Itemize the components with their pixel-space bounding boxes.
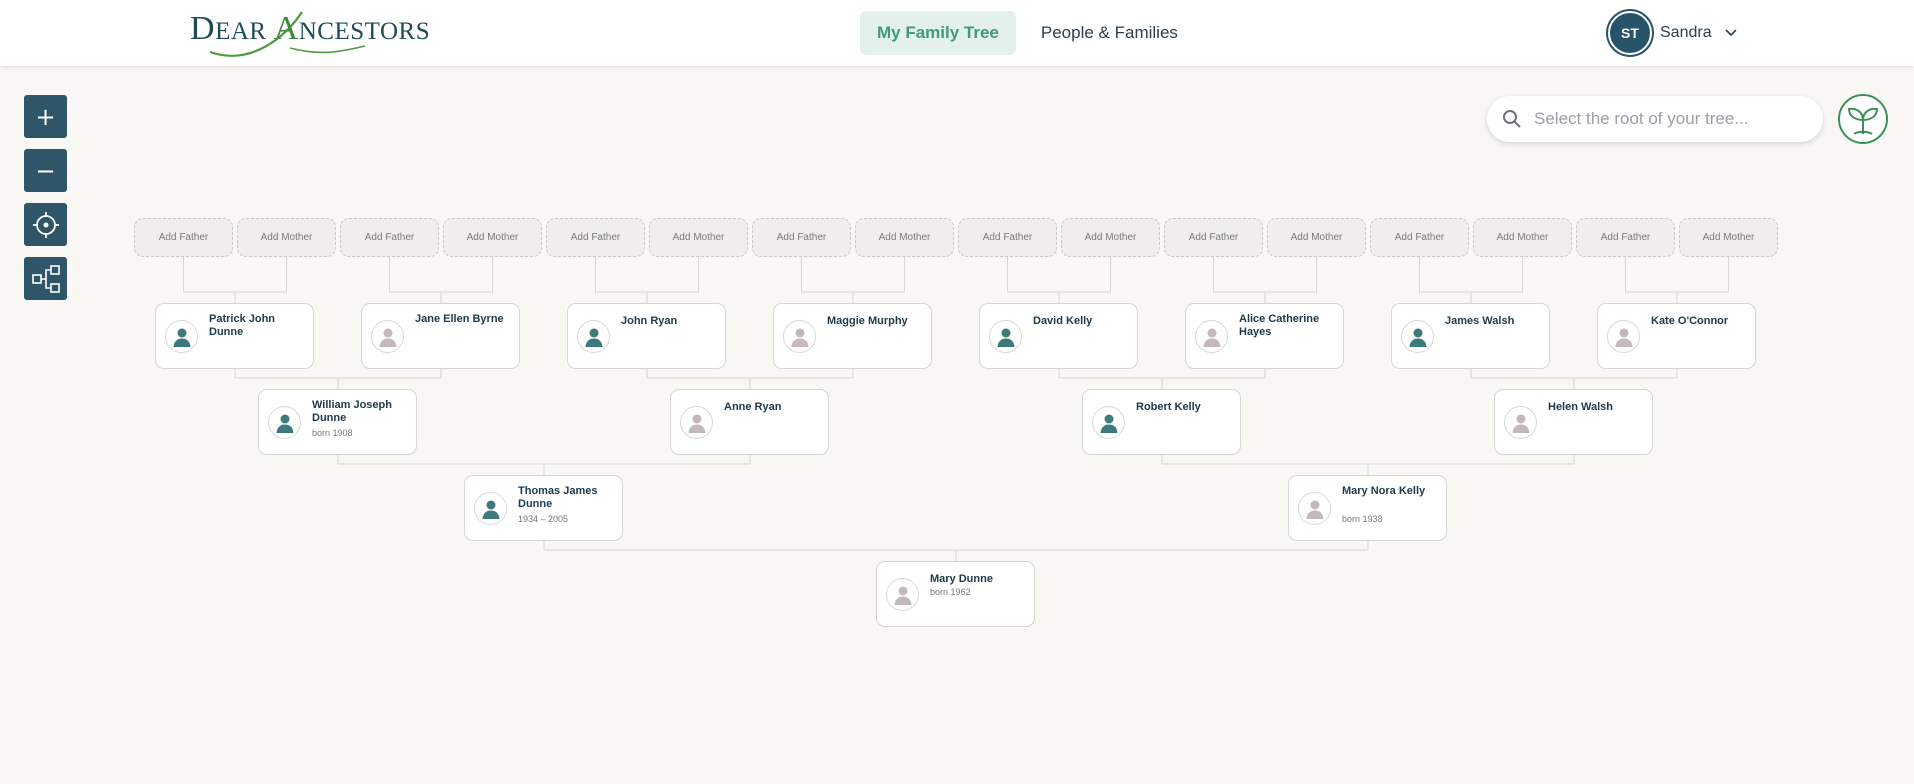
- person-card-anne-ryan[interactable]: Anne Ryan: [670, 389, 829, 455]
- person-dates: born 1938: [1342, 514, 1383, 524]
- female-avatar-icon: [783, 320, 816, 353]
- person-card-maggie-murphy[interactable]: Maggie Murphy: [773, 303, 932, 369]
- female-avatar-icon: [371, 320, 404, 353]
- person-card-alice-catherine-hayes[interactable]: Alice Catherine Hayes: [1185, 303, 1344, 369]
- person-dates: born 1962: [930, 587, 971, 597]
- add-mother-button[interactable]: Add Mother: [649, 218, 748, 257]
- add-mother-button[interactable]: Add Mother: [855, 218, 954, 257]
- person-name: Mary Nora Kelly: [1342, 485, 1426, 497]
- male-avatar-icon: [577, 320, 610, 353]
- female-avatar-icon: [680, 406, 713, 439]
- add-father-button[interactable]: Add Father: [958, 218, 1057, 257]
- add-mother-button[interactable]: Add Mother: [237, 218, 336, 257]
- person-dates: 1934 – 2005: [518, 514, 569, 524]
- person-card-kate-oconnor[interactable]: Kate O'Connor: [1597, 303, 1756, 369]
- add-mother-button[interactable]: Add Mother: [1267, 218, 1366, 257]
- male-avatar-icon: [1401, 320, 1434, 353]
- female-avatar-icon: [886, 578, 919, 611]
- add-father-button[interactable]: Add Father: [134, 218, 233, 257]
- person-card-patrick-john-dunne[interactable]: Patrick John Dunne: [155, 303, 314, 369]
- person-card-jane-ellen-byrne[interactable]: Jane Ellen Byrne: [361, 303, 520, 369]
- person-name: Mary Dunne: [930, 573, 993, 585]
- add-mother-button[interactable]: Add Mother: [1473, 218, 1572, 257]
- person-name: David Kelly: [1033, 315, 1093, 327]
- person-name: Maggie Murphy: [827, 315, 908, 327]
- person-name: Patrick John Dunne: [209, 313, 276, 338]
- person-name: Thomas James Dunne: [518, 485, 598, 510]
- person-card-thomas-james-dunne[interactable]: Thomas James Dunne 1934 – 2005: [464, 475, 623, 541]
- person-card-james-walsh[interactable]: James Walsh: [1391, 303, 1550, 369]
- add-mother-button[interactable]: Add Mother: [1679, 218, 1778, 257]
- person-card-mary-nora-kelly[interactable]: Mary Nora Kelly born 1938: [1288, 475, 1447, 541]
- female-avatar-icon: [1298, 492, 1331, 525]
- person-name: Anne Ryan: [724, 401, 782, 413]
- add-father-button[interactable]: Add Father: [340, 218, 439, 257]
- female-avatar-icon: [1504, 406, 1537, 439]
- person-name: William Joseph Dunne: [312, 399, 392, 424]
- add-father-button[interactable]: Add Father: [1576, 218, 1675, 257]
- person-dates: born 1908: [312, 428, 353, 438]
- female-avatar-icon: [1195, 320, 1228, 353]
- person-card-william-joseph-dunne[interactable]: William Joseph Dunne born 1908: [258, 389, 417, 455]
- person-card-john-ryan[interactable]: John Ryan: [567, 303, 726, 369]
- male-avatar-icon: [989, 320, 1022, 353]
- add-mother-button[interactable]: Add Mother: [443, 218, 542, 257]
- person-name: Robert Kelly: [1136, 401, 1201, 413]
- male-avatar-icon: [1092, 406, 1125, 439]
- person-card-david-kelly[interactable]: David Kelly: [979, 303, 1138, 369]
- add-father-button[interactable]: Add Father: [752, 218, 851, 257]
- add-father-button[interactable]: Add Father: [546, 218, 645, 257]
- person-name: Alice Catherine Hayes: [1239, 313, 1320, 338]
- person-name: Kate O'Connor: [1651, 315, 1729, 327]
- person-name: Helen Walsh: [1548, 401, 1613, 413]
- add-mother-button[interactable]: Add Mother: [1061, 218, 1160, 257]
- person-card-mary-dunne[interactable]: Mary Dunne born 1962: [876, 561, 1035, 627]
- person-card-robert-kelly[interactable]: Robert Kelly: [1082, 389, 1241, 455]
- male-avatar-icon: [165, 320, 198, 353]
- add-father-button[interactable]: Add Father: [1370, 218, 1469, 257]
- male-avatar-icon: [268, 406, 301, 439]
- person-name: John Ryan: [621, 315, 678, 327]
- female-avatar-icon: [1607, 320, 1640, 353]
- person-card-helen-walsh[interactable]: Helen Walsh: [1494, 389, 1653, 455]
- person-name: Jane Ellen Byrne: [415, 313, 504, 325]
- male-avatar-icon: [474, 492, 507, 525]
- person-name: James Walsh: [1445, 315, 1515, 327]
- add-father-button[interactable]: Add Father: [1164, 218, 1263, 257]
